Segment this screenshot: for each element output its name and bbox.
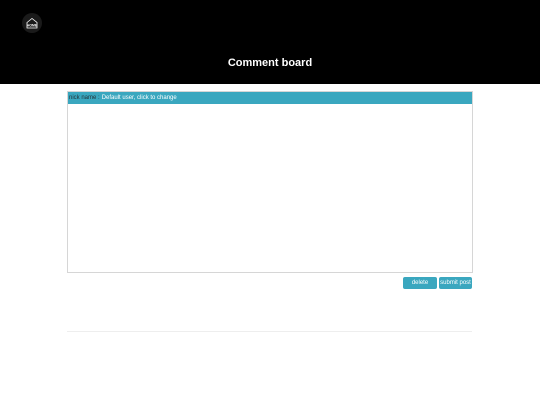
comment-textarea[interactable] <box>68 104 472 272</box>
nickname-bar: nick name : Default user, click to chang… <box>68 92 472 104</box>
home-button[interactable]: HOME <box>22 13 42 33</box>
page-title: Comment board <box>227 57 313 69</box>
nickname-value[interactable]: Default user, click to change <box>102 92 177 104</box>
comment-board: nick name : Default user, click to chang… <box>67 91 473 273</box>
home-icon-label: HOME <box>27 24 38 28</box>
divider <box>67 331 472 332</box>
home-icon: HOME <box>26 17 38 29</box>
submit-post-button[interactable]: submit post <box>439 277 472 289</box>
delete-button[interactable]: delete <box>403 277 437 289</box>
nickname-label: nick name : <box>69 95 100 101</box>
top-header: HOME Comment board <box>0 0 540 84</box>
